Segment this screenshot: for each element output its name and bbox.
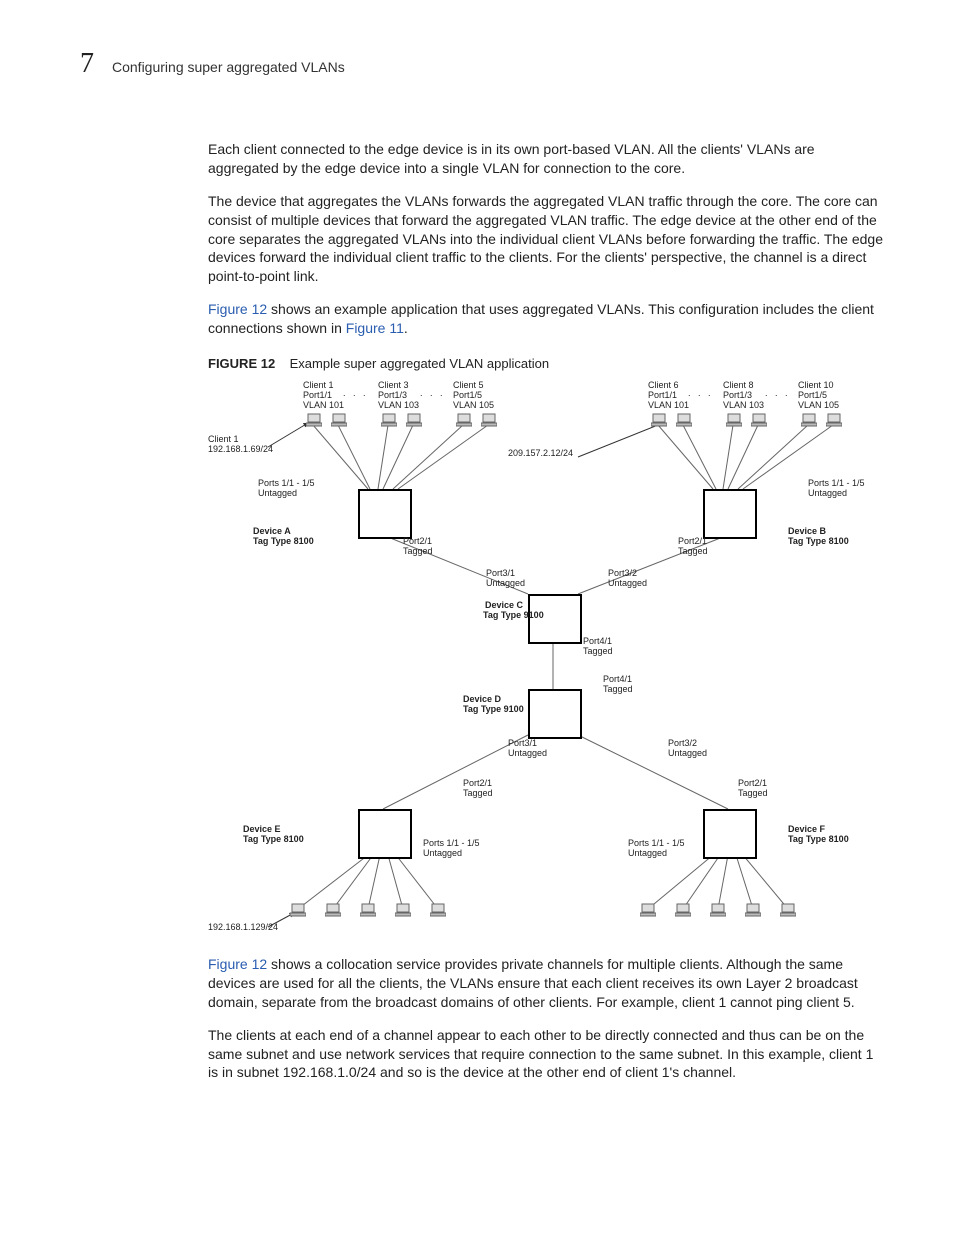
computer-icon [481,413,497,427]
figure-diagram: Client 1Port1/1VLAN 101 Client 3Port1/3V… [208,379,868,939]
computer-icon [710,903,726,917]
computer-icon [456,413,472,427]
port-label: Port2/1Tagged [738,779,768,799]
port-label: Port2/1Tagged [678,537,708,557]
computer-icon [676,413,692,427]
device-box [528,689,582,739]
computer-icon [331,413,347,427]
computer-icon [675,903,691,917]
paragraph: Each client connected to the edge device… [208,140,884,178]
port-label: Port2/1Tagged [403,537,433,557]
ip-label: Client 1192.168.1.69/24 [208,435,273,455]
device-box [703,489,757,539]
device-label: Device DTag Type 9100 [463,695,524,715]
page-header: 7 Configuring super aggregated VLANs [80,48,894,80]
client-label: Client 1Port1/1VLAN 101 [303,381,344,411]
computer-icon [395,903,411,917]
device-label: Device CTag Type 9100 [483,601,523,621]
port-label: Port3/1Untagged [508,739,547,759]
computer-icon [306,413,322,427]
client-label: Client 3Port1/3VLAN 103 [378,381,419,411]
device-box [358,489,412,539]
port-label: Ports 1/1 - 1/5Untagged [258,479,315,499]
chapter-number: 7 [80,48,94,80]
connection-lines [208,379,868,939]
computer-icon [826,413,842,427]
port-label: Ports 1/1 - 1/5Untagged [628,839,685,859]
ellipsis: . . . [688,389,711,399]
computer-icon [651,413,667,427]
text: shows a collocation service provides pri… [208,956,858,1010]
device-label: Device ATag Type 8100 [253,527,314,547]
computer-icon [290,903,306,917]
figure-xref[interactable]: Figure 12 [208,301,267,317]
device-label: Device FTag Type 8100 [788,825,849,845]
computer-icon [726,413,742,427]
figure-title: Example super aggregated VLAN applicatio… [290,356,549,371]
paragraph: Figure 12 shows an example application t… [208,300,884,338]
paragraph: Figure 12 shows a collocation service pr… [208,955,884,1012]
client-label: Client 5Port1/5VLAN 105 [453,381,494,411]
computer-icon [801,413,817,427]
client-label: Client 10Port1/5VLAN 105 [798,381,839,411]
port-label: Ports 1/1 - 1/5Untagged [423,839,480,859]
body-content: Each client connected to the edge device… [208,140,884,1082]
text: . [404,320,408,336]
device-label: Device BTag Type 8100 [788,527,849,547]
ellipsis: . . . [420,389,443,399]
port-label: Port4/1Tagged [583,637,613,657]
ellipsis: . . . [765,389,788,399]
paragraph: The device that aggregates the VLANs for… [208,192,884,286]
port-label: Port3/2Untagged [668,739,707,759]
computer-icon [640,903,656,917]
client-label: Client 6Port1/1VLAN 101 [648,381,689,411]
paragraph: The clients at each end of a channel app… [208,1026,884,1083]
device-box [703,809,757,859]
figure-xref[interactable]: Figure 12 [208,956,267,972]
port-label: Port4/1Tagged [603,675,633,695]
computer-icon [360,903,376,917]
figure-xref[interactable]: Figure 11 [346,320,404,336]
computer-icon [780,903,796,917]
port-label: Ports 1/1 - 1/5Untagged [808,479,865,499]
ellipsis: . . . [343,389,366,399]
figure-caption: FIGURE 12 Example super aggregated VLAN … [208,356,884,371]
device-label: Device ETag Type 8100 [243,825,304,845]
ip-label: 209.157.2.12/24 [508,449,573,459]
client-label: Client 8Port1/3VLAN 103 [723,381,764,411]
port-label: Port3/2Untagged [608,569,647,589]
computer-icon [430,903,446,917]
computer-icon [745,903,761,917]
port-label: Port2/1Tagged [463,779,493,799]
computer-icon [751,413,767,427]
computer-icon [406,413,422,427]
port-label: Port3/1Untagged [486,569,525,589]
computer-icon [325,903,341,917]
chapter-title: Configuring super aggregated VLANs [112,59,345,75]
figure-label: FIGURE 12 [208,356,275,371]
ip-label: 192.168.1.129/24 [208,923,278,933]
computer-icon [381,413,397,427]
device-box [358,809,412,859]
text: shows an example application that uses a… [208,301,874,336]
